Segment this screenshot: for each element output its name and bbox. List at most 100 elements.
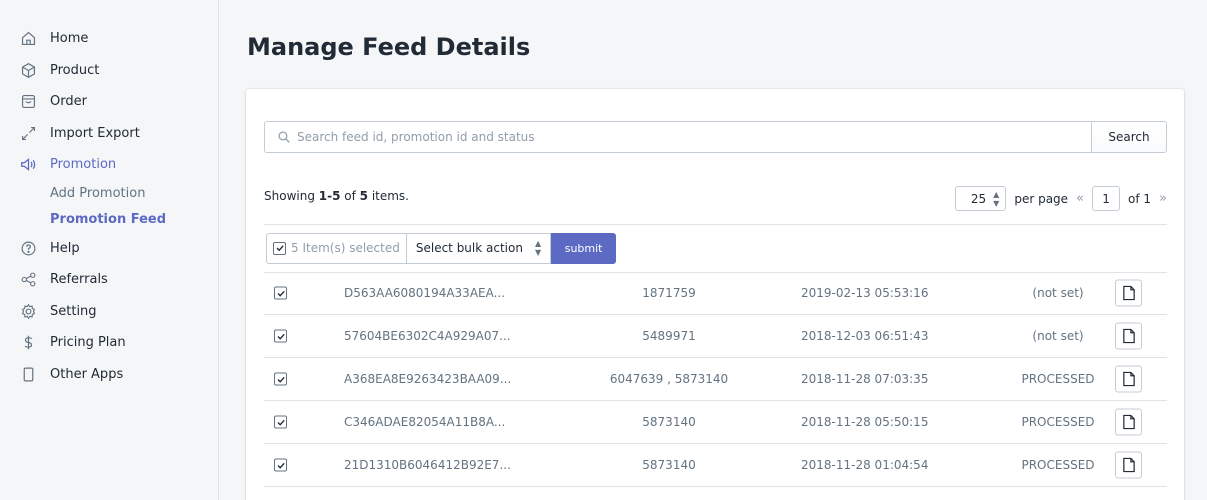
- feed-status: PROCESSED: [1021, 458, 1095, 472]
- megaphone-icon: [19, 156, 37, 174]
- select-all-checkbox[interactable]: [273, 241, 286, 255]
- promotion-id: 1871759: [642, 286, 696, 300]
- page-number-input[interactable]: 1: [1092, 186, 1121, 211]
- sidebar-item-referrals[interactable]: Referrals: [0, 264, 218, 296]
- bulk-select-all[interactable]: 5 Item(s) selected: [266, 232, 407, 264]
- sidebar-item-product[interactable]: Product: [0, 55, 218, 87]
- sidebar-item-pricing-plan[interactable]: Pricing Plan: [0, 327, 218, 359]
- sidebar-subitem-label: Add Promotion: [50, 186, 146, 201]
- divider: [264, 224, 1167, 225]
- sidebar-item-label: Other Apps: [50, 366, 124, 382]
- per-page-value: 25: [970, 191, 987, 206]
- file-icon: [1122, 371, 1135, 387]
- feed-status: (not set): [1032, 286, 1084, 300]
- bulk-actions: 5 Item(s) selected Select bulk action ▲ ▼…: [266, 232, 617, 264]
- per-page-label: per page: [1014, 191, 1069, 206]
- summary-total: 5: [359, 189, 368, 203]
- select-caret-icon: ▲ ▼: [993, 189, 1000, 208]
- gear-icon: [19, 302, 37, 320]
- sidebar-item-help[interactable]: Help: [0, 233, 218, 265]
- table-row: 57604BE6302C4A929A07... 5489971 2018-12-…: [264, 315, 1167, 358]
- sidebar-item-order[interactable]: Order: [0, 86, 218, 118]
- sidebar-item-promotion[interactable]: Promotion: [0, 149, 218, 181]
- sidebar-item-label: Import Export: [50, 125, 140, 141]
- first-page-icon[interactable]: «: [1076, 191, 1084, 206]
- product-icon: [19, 61, 37, 79]
- bulk-action-select[interactable]: Select bulk action ▲ ▼: [406, 232, 552, 264]
- row-checkbox[interactable]: [274, 372, 287, 386]
- summary-mid: of: [340, 189, 360, 203]
- items-summary: Showing 1-5 of 5 items.: [264, 189, 409, 203]
- row-checkbox[interactable]: [274, 286, 287, 300]
- view-file-button[interactable]: [1115, 365, 1142, 393]
- submit-button[interactable]: submit: [551, 232, 617, 264]
- per-page-select[interactable]: 25 ▲ ▼: [955, 186, 1007, 211]
- search-input[interactable]: [297, 130, 1091, 144]
- view-file-button[interactable]: [1115, 451, 1142, 479]
- promotion-id: 6047639 , 5873140: [609, 372, 729, 386]
- share-icon: [19, 271, 37, 289]
- search-field[interactable]: [264, 121, 1091, 153]
- table-row: A368EA8E9263423BAA09... 6047639 , 587314…: [264, 358, 1167, 401]
- sidebar-item-label: Setting: [50, 303, 97, 319]
- sidebar-item-label: Product: [50, 62, 100, 78]
- feed-id: C346ADAE82054A11B8A...: [344, 415, 506, 429]
- search-button[interactable]: Search: [1091, 121, 1167, 153]
- feed-id: A368EA8E9263423BAA09...: [344, 372, 512, 386]
- bulk-action-placeholder: Select bulk action: [415, 241, 523, 255]
- view-file-button[interactable]: [1115, 408, 1142, 436]
- help-icon: [19, 239, 37, 257]
- page-count: of 1: [1128, 191, 1152, 206]
- feed-date: 2018-11-28 05:50:15: [801, 415, 929, 429]
- search-icon: [277, 130, 291, 144]
- sidebar-subitem-promotion-feed[interactable]: Promotion Feed: [0, 207, 218, 233]
- feed-status: PROCESSED: [1021, 372, 1095, 386]
- table-row: C346ADAE82054A11B8A... 5873140 2018-11-2…: [264, 401, 1167, 444]
- promotion-id: 5873140: [642, 415, 696, 429]
- home-icon: [19, 30, 37, 48]
- sidebar-item-other-apps[interactable]: Other Apps: [0, 359, 218, 391]
- import-export-icon: [19, 124, 37, 142]
- row-checkbox[interactable]: [274, 458, 287, 472]
- row-checkbox[interactable]: [274, 329, 287, 343]
- main-content: Manage Feed Details Search Showing 1-5 o…: [220, 0, 1207, 500]
- sidebar-subitem-add-promotion[interactable]: Add Promotion: [0, 181, 218, 207]
- feed-date: 2018-11-28 01:04:54: [801, 458, 929, 472]
- sidebar-item-label: Order: [50, 94, 87, 110]
- sidebar-item-setting[interactable]: Setting: [0, 296, 218, 328]
- table-row: D563AA6080194A33AEA... 1871759 2019-02-1…: [264, 272, 1167, 315]
- summary-range: 1-5: [318, 189, 341, 203]
- current-page: 1: [1102, 191, 1110, 206]
- sidebar-item-import-export[interactable]: Import Export: [0, 118, 218, 150]
- view-file-button[interactable]: [1115, 279, 1142, 307]
- sidebar-item-label: Referrals: [50, 272, 108, 288]
- feed-id: 57604BE6302C4A929A07...: [344, 329, 511, 343]
- feed-id: D563AA6080194A33AEA...: [344, 286, 506, 300]
- sidebar-item-home[interactable]: Home: [0, 23, 218, 55]
- row-checkbox[interactable]: [274, 415, 287, 429]
- last-page-icon[interactable]: »: [1159, 191, 1167, 206]
- sidebar-item-label: Pricing Plan: [50, 335, 126, 351]
- feed-card: Search Showing 1-5 of 5 items. 25 ▲▼ per…: [246, 89, 1184, 500]
- dollar-icon: [19, 334, 37, 352]
- order-icon: [19, 93, 37, 111]
- search-bar: Search: [264, 121, 1167, 153]
- sidebar: Home Product Order Import Export Promoti…: [0, 0, 219, 500]
- page-title: Manage Feed Details: [247, 33, 531, 61]
- mobile-icon: [19, 365, 37, 383]
- selected-count: 5 Item(s) selected: [291, 241, 400, 255]
- file-icon: [1122, 414, 1135, 430]
- feed-status: (not set): [1032, 329, 1084, 343]
- pagination: 25 ▲ ▼ per page « 1 of 1 »: [955, 186, 1167, 211]
- sidebar-item-label: Promotion: [50, 157, 117, 173]
- sidebar-subitem-label: Promotion Feed: [50, 212, 167, 227]
- view-file-button[interactable]: [1115, 322, 1142, 350]
- file-icon: [1122, 328, 1135, 344]
- feed-table: D563AA6080194A33AEA... 1871759 2019-02-1…: [264, 272, 1167, 487]
- select-caret-icon: ▲ ▼: [534, 239, 542, 257]
- summary-prefix: Showing: [264, 189, 319, 203]
- table-row: 21D1310B6046412B92E7... 5873140 2018-11-…: [264, 444, 1167, 487]
- promotion-id: 5873140: [642, 458, 696, 472]
- sidebar-item-label: Help: [50, 240, 80, 256]
- feed-date: 2018-12-03 06:51:43: [801, 329, 929, 343]
